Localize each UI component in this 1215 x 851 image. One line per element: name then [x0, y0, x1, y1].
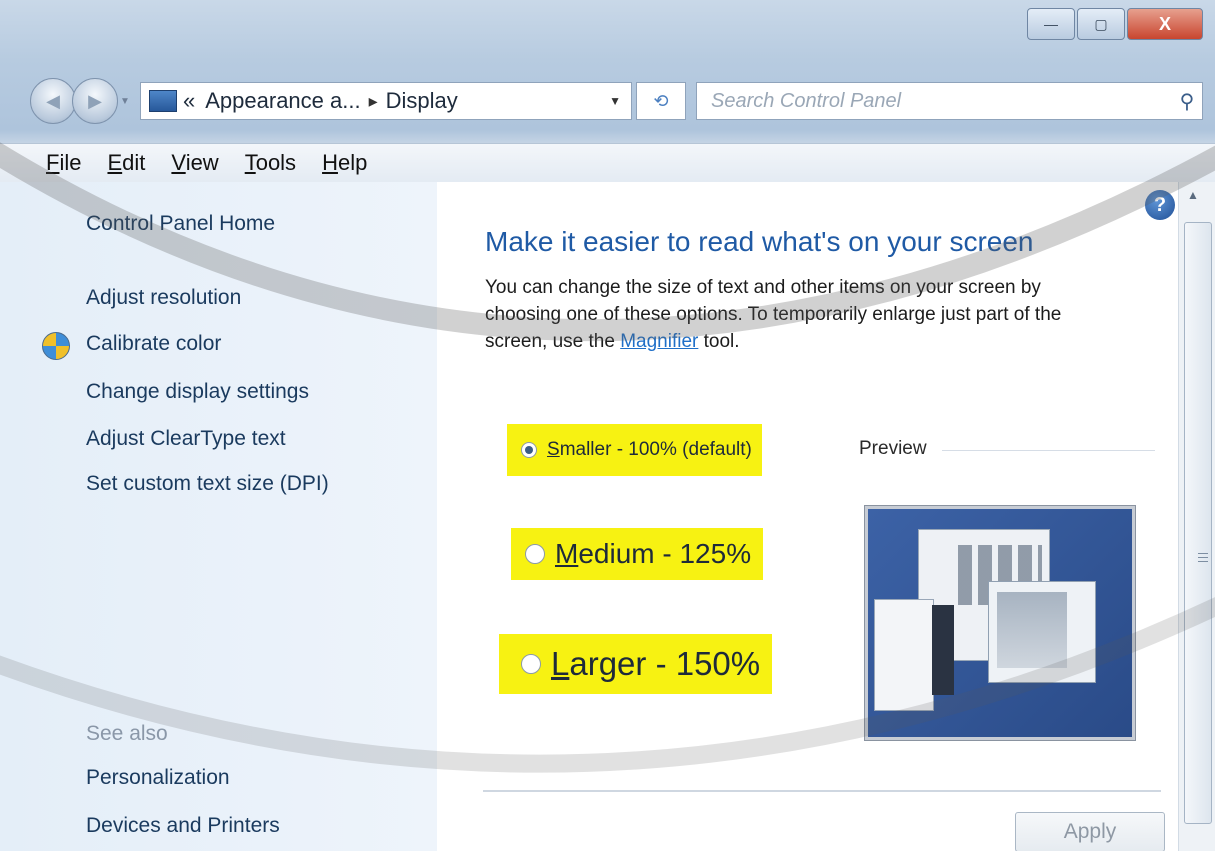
apply-button[interactable]: Apply — [1015, 812, 1165, 851]
breadcrumb-appearance[interactable]: Appearance a... — [205, 88, 360, 114]
search-input[interactable] — [709, 85, 1172, 117]
radio-larger[interactable] — [521, 654, 541, 674]
breadcrumb-display[interactable]: Display — [386, 88, 458, 114]
navigation-bar: ◀ ▶ ▼ « Appearance a... ▸ Display ▼ ⟲ ⚲ — [30, 76, 1203, 126]
radio-medium[interactable] — [525, 544, 545, 564]
back-button[interactable]: ◀ — [30, 78, 76, 124]
preview-label: Preview — [859, 438, 927, 459]
preview-image — [865, 506, 1135, 740]
menu-bar: File Edit View Tools Help — [0, 143, 1215, 183]
address-dropdown-icon[interactable]: ▼ — [609, 94, 621, 108]
close-button[interactable]: X — [1127, 8, 1203, 40]
back-arrow-icon: ◀ — [46, 90, 60, 111]
address-bar[interactable]: « Appearance a... ▸ Display ▼ — [140, 82, 632, 120]
search-box[interactable]: ⚲ — [696, 82, 1203, 120]
help-icon[interactable]: ? — [1145, 190, 1175, 220]
refresh-icon: ⟲ — [653, 90, 669, 111]
main-content: ? Make it easier to read what's on your … — [437, 182, 1179, 851]
task-pane: Control Panel Home Adjust resolution Cal… — [0, 182, 437, 851]
menu-file[interactable]: File — [46, 150, 81, 176]
menu-help[interactable]: Help — [322, 150, 367, 176]
breadcrumb-overflow[interactable]: « — [183, 88, 195, 114]
recent-pages-dropdown[interactable]: ▼ — [120, 96, 134, 107]
see-also-heading: See also — [86, 722, 168, 745]
preview-dialog-icon — [988, 581, 1096, 683]
sidebar-item-control-panel-home[interactable]: Control Panel Home — [86, 212, 275, 236]
preview-strip-icon — [932, 605, 954, 695]
maximize-icon: ▢ — [1094, 15, 1108, 32]
sidebar-item-calibrate-color[interactable]: Calibrate color — [86, 332, 221, 356]
option-smaller[interactable]: Smaller - 100% (default) — [507, 424, 762, 476]
sidebar-item-custom-text-size[interactable]: Set custom text size (DPI) — [86, 472, 329, 496]
control-panel-icon — [149, 90, 177, 112]
breadcrumb-separator-icon[interactable]: ▸ — [369, 91, 378, 112]
bottom-divider — [483, 790, 1161, 792]
option-medium[interactable]: Medium - 125% — [511, 528, 764, 580]
scrollbar-thumb[interactable] — [1184, 222, 1212, 824]
caption-buttons: — ▢ X — [1025, 8, 1203, 42]
see-also-devices-printers[interactable]: Devices and Printers — [86, 814, 280, 838]
see-also-personalization[interactable]: Personalization — [86, 766, 230, 790]
sidebar-item-change-display-settings[interactable]: Change display settings — [86, 380, 309, 404]
option-larger[interactable]: Larger - 150% — [499, 634, 773, 694]
option-smaller-label: Smaller - 100% (default) — [547, 439, 752, 460]
page-title: Make it easier to read what's on your sc… — [485, 226, 1034, 257]
menu-tools[interactable]: Tools — [245, 150, 296, 176]
forward-button[interactable]: ▶ — [72, 78, 118, 124]
maximize-button[interactable]: ▢ — [1077, 8, 1125, 40]
preview-divider — [942, 450, 1155, 451]
search-icon[interactable]: ⚲ — [1172, 89, 1202, 114]
option-larger-label: Larger - 150% — [551, 645, 761, 682]
preview-list-window-icon — [874, 599, 934, 711]
forward-arrow-icon: ▶ — [88, 90, 102, 111]
menu-view[interactable]: View — [171, 150, 218, 176]
menu-edit[interactable]: Edit — [107, 150, 145, 176]
page-description: You can change the size of text and othe… — [485, 277, 1062, 352]
control-panel-window: — ▢ X ◀ ▶ ▼ « Appearance a... ▸ Display … — [0, 0, 1215, 851]
magnifier-link[interactable]: Magnifier — [620, 331, 698, 352]
minimize-icon: — — [1044, 16, 1058, 32]
radio-smaller[interactable] — [521, 442, 537, 458]
vertical-scrollbar[interactable]: ▲ — [1178, 182, 1215, 851]
refresh-button[interactable]: ⟲ — [636, 82, 686, 120]
minimize-button[interactable]: — — [1027, 8, 1075, 40]
scroll-up-icon[interactable]: ▲ — [1187, 188, 1199, 202]
windows-shield-icon — [42, 332, 70, 360]
sidebar-item-adjust-resolution[interactable]: Adjust resolution — [86, 286, 241, 310]
chevron-down-icon: ▼ — [120, 95, 130, 107]
close-icon: X — [1158, 13, 1171, 34]
sidebar-item-adjust-cleartype[interactable]: Adjust ClearType text — [86, 427, 286, 451]
option-medium-label: Medium - 125% — [555, 538, 752, 569]
grip-icon — [1198, 553, 1208, 565]
